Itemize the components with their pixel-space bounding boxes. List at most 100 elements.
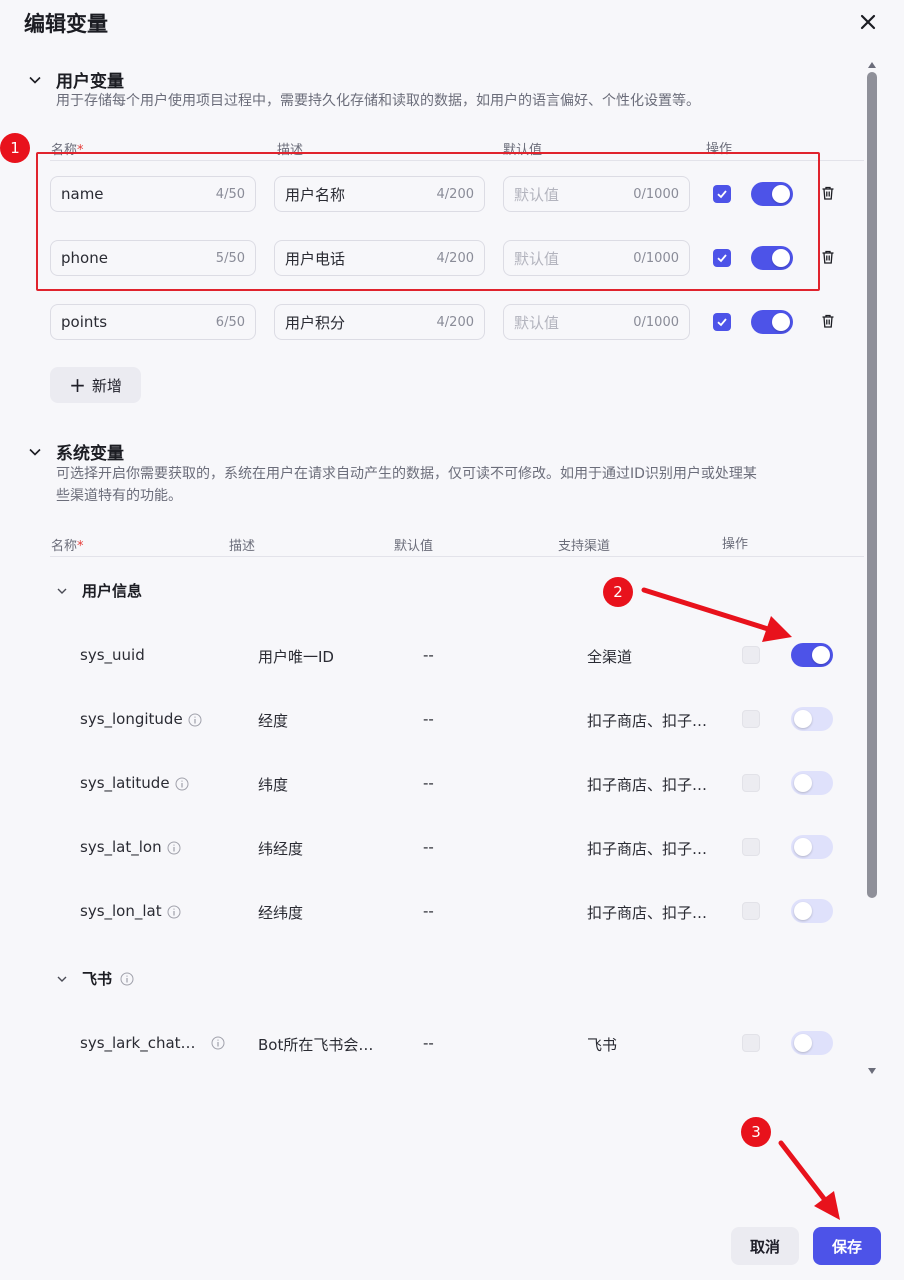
toggle-knob: [794, 710, 812, 728]
trash-icon[interactable]: [820, 249, 836, 265]
sys-var-channel: 扣子商店、扣子…: [587, 776, 708, 794]
annotation-arrow-3: [778, 1140, 840, 1220]
sys-var-default: --: [423, 902, 434, 920]
toggle-knob: [794, 1034, 812, 1052]
dialog-title: 编辑变量: [24, 12, 108, 36]
sys-var-enable-toggle[interactable]: [791, 1031, 833, 1055]
system-section-title: 系统变量: [56, 444, 124, 464]
sys-col-ops-header: 操作: [722, 537, 749, 552]
annotation-badge-3: 3: [741, 1117, 771, 1147]
info-icon: [188, 713, 202, 726]
info-icon: [211, 1036, 225, 1050]
sys-var-enable-toggle[interactable]: [791, 835, 833, 859]
var-default-input[interactable]: 默认值 0/1000: [503, 304, 690, 340]
sys-var-checkbox-disabled: [742, 838, 760, 856]
sys-var-enable-toggle[interactable]: [791, 771, 833, 795]
sys-var-name: sys_latitude: [80, 774, 189, 792]
add-variable-button[interactable]: + 新增: [50, 367, 141, 403]
sys-header-divider: [50, 556, 864, 557]
sys-var-channel: 扣子商店、扣子…: [587, 840, 708, 858]
sys-var-channel: 扣子商店、扣子…: [587, 712, 708, 730]
user-section-title: 用户变量: [56, 72, 124, 92]
var-checkbox[interactable]: [713, 313, 731, 331]
var-checkbox[interactable]: [713, 249, 731, 267]
sys-col-default-header: 默认值: [394, 539, 434, 554]
system-section-header[interactable]: 系统变量: [28, 439, 124, 464]
sys-var-name: sys_uuid: [80, 646, 145, 664]
var-desc-input[interactable]: 用户名称 4/200: [274, 176, 485, 212]
info-icon: [167, 841, 181, 854]
sys-var-checkbox-disabled: [742, 902, 760, 920]
user-section-header[interactable]: 用户变量: [28, 67, 124, 92]
toggle-knob: [812, 646, 830, 664]
sys-var-desc: 用户唯一ID: [258, 648, 334, 666]
var-name-input[interactable]: name 4/50: [50, 176, 256, 212]
var-default-input[interactable]: 默认值 0/1000: [503, 240, 690, 276]
var-enable-toggle[interactable]: [751, 310, 793, 334]
header-divider: [50, 160, 864, 161]
sys-var-desc: 经度: [258, 712, 289, 730]
sys-col-channel-header: 支持渠道: [558, 539, 611, 554]
sys-var-channel: 扣子商店、扣子…: [587, 904, 708, 922]
plus-icon: +: [69, 373, 86, 397]
sys-var-desc: Bot所在飞书会…: [258, 1036, 374, 1054]
chevron-down-icon: [29, 448, 41, 456]
toggle-knob: [772, 249, 790, 267]
sys-var-default: --: [423, 838, 434, 856]
sys-var-desc: 纬经度: [258, 840, 304, 858]
system-section-description-line1: 可选择开启你需要获取的，系统在用户在请求自动产生的数据，仅可读不可修改。如用于通…: [56, 466, 757, 482]
save-button[interactable]: 保存: [813, 1227, 881, 1265]
annotation-arrow-2: [641, 587, 792, 642]
toggle-knob: [772, 185, 790, 203]
trash-icon[interactable]: [820, 185, 836, 201]
group-header-lark[interactable]: 飞书: [56, 968, 134, 989]
sys-var-desc: 经纬度: [258, 904, 304, 922]
sys-col-name-header: 名称*: [51, 539, 84, 554]
col-desc-header: 描述: [277, 143, 304, 158]
var-enable-toggle[interactable]: [751, 182, 793, 206]
col-ops-header: 操作: [706, 142, 733, 157]
var-desc-input[interactable]: 用户积分 4/200: [274, 304, 485, 340]
sys-var-default: --: [423, 646, 434, 664]
system-section-description-line2: 些渠道特有的功能。: [56, 488, 182, 504]
toggle-knob: [772, 313, 790, 331]
check-icon: [717, 254, 727, 263]
sys-var-name: sys_lark_chat…: [80, 1034, 196, 1052]
chevron-down-icon: [29, 76, 41, 84]
annotation-badge-1: 1: [0, 133, 30, 163]
sys-var-default: --: [423, 774, 434, 792]
sys-col-desc-header: 描述: [229, 539, 256, 554]
var-desc-input[interactable]: 用户电话 4/200: [274, 240, 485, 276]
close-icon[interactable]: [856, 10, 880, 34]
toggle-knob: [794, 902, 812, 920]
toggle-knob: [794, 838, 812, 856]
info-icon: [120, 972, 134, 985]
col-default-header: 默认值: [503, 143, 543, 158]
col-name-header: 名称*: [51, 143, 84, 158]
var-name-input[interactable]: phone 5/50: [50, 240, 256, 276]
var-enable-toggle[interactable]: [751, 246, 793, 270]
group-header-user-info[interactable]: 用户信息: [56, 580, 142, 601]
sys-var-channel: 飞书: [587, 1036, 618, 1054]
sys-var-checkbox-disabled: [742, 774, 760, 792]
cancel-button[interactable]: 取消: [731, 1227, 799, 1265]
chevron-down-icon: [57, 976, 67, 982]
annotation-badge-2: 2: [603, 577, 633, 607]
user-section-description: 用于存储每个用户使用项目过程中，需要持久化存储和读取的数据，如用户的语言偏好、个…: [56, 93, 700, 109]
sys-var-checkbox-disabled: [742, 710, 760, 728]
var-name-input[interactable]: points 6/50: [50, 304, 256, 340]
check-icon: [717, 190, 727, 199]
sys-var-enable-toggle[interactable]: [791, 899, 833, 923]
toggle-knob: [794, 774, 812, 792]
sys-var-name: sys_lat_lon: [80, 838, 181, 856]
scrollbar-thumb[interactable]: [867, 72, 877, 898]
var-default-input[interactable]: 默认值 0/1000: [503, 176, 690, 212]
sys-var-enable-toggle[interactable]: [791, 707, 833, 731]
trash-icon[interactable]: [820, 313, 836, 329]
var-checkbox[interactable]: [713, 185, 731, 203]
sys-var-default: --: [423, 710, 434, 728]
sys-var-default: --: [423, 1034, 434, 1052]
sys-var-checkbox-disabled: [742, 1034, 760, 1052]
chevron-down-icon: [57, 588, 67, 594]
sys-var-enable-toggle[interactable]: [791, 643, 833, 667]
